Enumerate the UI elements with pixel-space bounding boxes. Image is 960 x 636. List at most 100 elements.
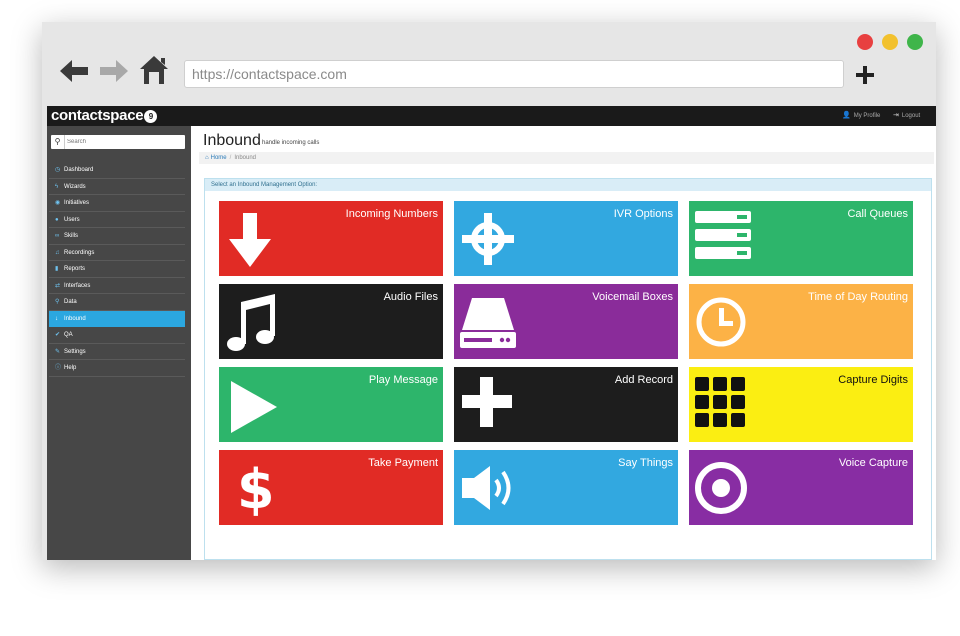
sidebar-item-label: QA [64,332,73,338]
sidebar-item-inbound[interactable]: ↓ Inbound [49,310,185,327]
arrow-down-icon: ↓ [55,315,58,322]
home-icon: ⌂ [205,155,209,161]
search-icon[interactable]: ⚲ [51,135,65,149]
tile-take-payment[interactable]: $ Take Payment [219,450,443,525]
tile-say-things[interactable]: Say Things [454,450,678,525]
tile-time-of-day-routing[interactable]: Time of Day Routing [689,284,913,359]
minimize-window-button[interactable] [882,34,898,50]
breadcrumb-home-link[interactable]: Home [211,155,227,161]
tile-audio-files[interactable]: Audio Files [219,284,443,359]
clock-icon [696,297,746,347]
clock-icon: ◷ [55,167,61,173]
tile-capture-digits[interactable]: Capture Digits [689,367,913,442]
sidebar-item-recordings[interactable]: ♫ Recordings [49,245,185,261]
tile-label: Audio Files [383,291,438,303]
search-input[interactable] [67,136,181,148]
my-profile-link[interactable]: 👤 My Profile [842,106,880,126]
tile-label: Play Message [368,374,438,386]
top-navbar: contactspace 9 👤 My Profile ⇥ Logout [47,106,936,126]
close-window-button[interactable] [857,34,873,50]
tile-label: Voicemail Boxes [592,291,673,303]
home-icon[interactable] [139,54,169,86]
tile-voicemail-boxes[interactable]: Voicemail Boxes [454,284,678,359]
sidebar-item-label: Users [64,216,80,223]
plus-icon [462,377,512,427]
tile-label: Incoming Numbers [345,208,438,220]
maximize-window-button[interactable] [907,34,923,50]
bar-chart-icon: ▮ [55,266,59,272]
tile-incoming-numbers[interactable]: Incoming Numbers [219,201,443,276]
sidebar-item-label: Data [64,299,77,305]
breadcrumb-separator: / [229,155,232,161]
sidebar-item-initiatives[interactable]: ◉ Initiatives [49,195,185,212]
arrow-down-icon [229,213,271,267]
new-tab-plus-icon[interactable] [854,64,876,86]
tile-label: Call Queues [847,208,908,220]
search-icon: ⚲ [55,299,60,305]
sidebar-item-qa[interactable]: ✔ QA [49,327,185,344]
sidebar-item-label: Reports [64,266,86,272]
sidebar-item-label: Initiatives [64,200,90,206]
sidebar-item-settings[interactable]: ✎ Settings [49,344,185,360]
page-subtitle: handle incoming calls [262,140,320,146]
tile-label: Say Things [618,457,673,469]
sidebar-item-label: Help [64,365,77,371]
sidebar-item-help[interactable]: ⓘ Help [49,360,185,377]
sidebar-item-reports[interactable]: ▮ Reports [49,261,185,278]
browser-window: https://contactspace.com contactspace 9 👤… [42,22,936,560]
logout-label: Logout [901,113,921,119]
sidebar-search: ⚲ [51,135,185,149]
sidebar-item-skills[interactable]: ∞ Skills [49,228,185,245]
sidebar-item-data[interactable]: ⚲ Data [49,294,185,311]
queue-list-icon [695,211,751,259]
tile-call-queues[interactable]: Call Queues [689,201,913,276]
sidebar-item-wizards[interactable]: ϟ Wizards [49,179,185,195]
tile-ivr-options[interactable]: IVR Options [454,201,678,276]
tile-label: Capture Digits [838,374,908,386]
check-icon: ✔ [55,332,61,338]
music-icon [227,294,275,351]
tile-voice-capture[interactable]: Voice Capture [689,450,913,525]
sidebar-item-interfaces[interactable]: ⇄ Interfaces [49,278,185,294]
play-icon [231,381,277,433]
sidebar-item-dashboard[interactable]: ◷ Dashboard [49,162,185,179]
my-profile-label: My Profile [853,113,881,119]
forward-arrow-icon[interactable] [98,58,130,84]
sidebar-item-label: Wizards [64,183,86,190]
sidebar-item-label: Recordings [64,249,95,256]
bolt-icon: ϟ [55,183,59,190]
tile-label: Voice Capture [838,457,908,469]
tile-label: Time of Day Routing [808,291,908,303]
wrench-icon: ✎ [55,348,61,355]
breadcrumb-current: Inbound [234,155,257,161]
logout-link[interactable]: ⇥ Logout [893,106,920,126]
music-icon: ♫ [55,249,60,256]
logo-bubble-icon: 9 [144,110,158,123]
panel-heading: Select an Inbound Management Option: [205,179,931,191]
logo-text: contactspace [51,107,144,124]
tile-play-message[interactable]: Play Message [219,367,443,442]
sidebar-item-users[interactable]: ● Users [49,212,185,228]
address-bar[interactable]: https://contactspace.com [184,60,844,88]
user-icon: 👤 [842,112,851,119]
logo[interactable]: contactspace 9 [51,107,158,125]
link-icon: ∞ [55,233,60,239]
speaker-icon [462,466,511,510]
sidebar-item-label: Inbound [64,315,86,322]
tile-label: IVR Options [613,208,673,220]
page-title: Inbound [203,132,261,149]
svg-text:$: $ [237,458,275,518]
info-icon: ⓘ [55,365,62,371]
sidebar-item-label: Settings [64,348,86,355]
tile-label: Take Payment [368,457,438,469]
sidebar-menu: ◷ Dashboard ϟ Wizards ◉ Initiatives ● Users … [49,162,185,377]
breadcrumb: ⌂ Home / Inbound [199,152,934,164]
tile-add-record[interactable]: Add Record [454,367,678,442]
sidebar-item-label: Interfaces [64,282,91,289]
logout-icon: ⇥ [893,112,899,119]
keypad-icon [695,377,745,427]
crosshairs-icon [462,213,514,265]
sidebar: ⚲ ◷Dashboard ϟ Wizards ◉Initiatives ● User… [47,126,191,560]
user-icon: ● [55,216,59,223]
back-arrow-icon[interactable] [58,58,90,84]
